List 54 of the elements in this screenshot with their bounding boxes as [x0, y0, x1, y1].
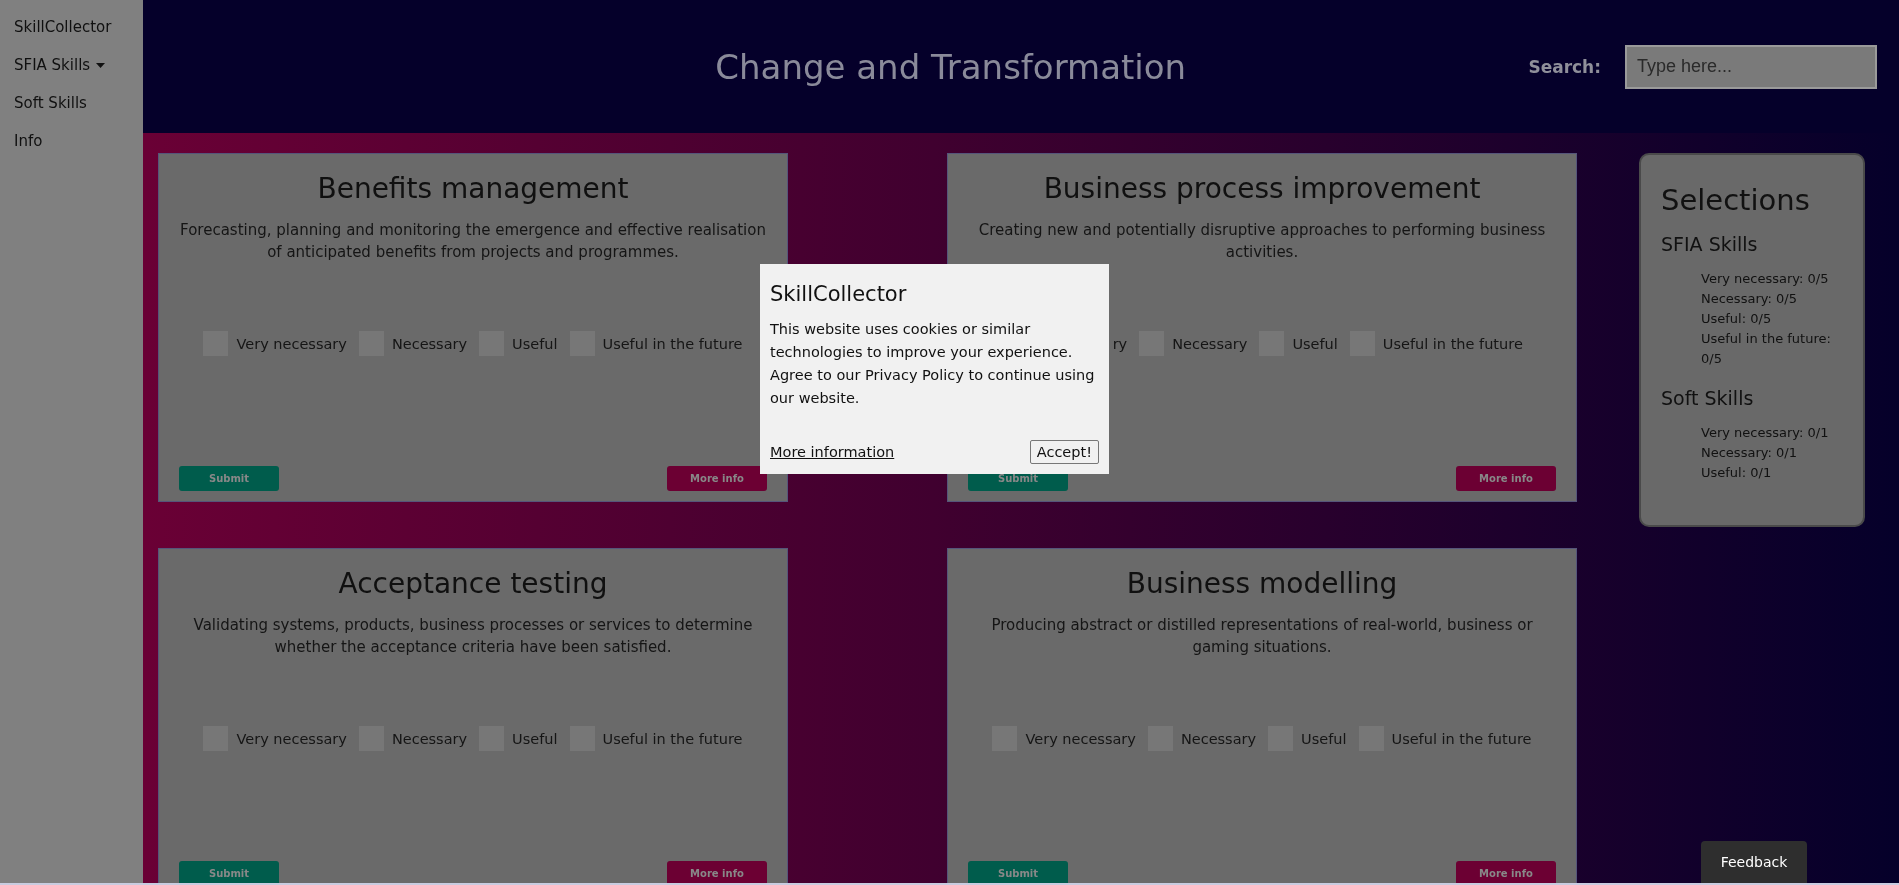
- more-info-button[interactable]: More info: [1456, 861, 1556, 883]
- count-text: Useful: 0/1: [1700, 464, 1773, 482]
- option-label: Useful: [1292, 335, 1338, 352]
- card-title: Business modelling: [1126, 567, 1398, 600]
- option-label: Useful in the future: [602, 335, 743, 352]
- card-description: Validating systems, products, business processes or services to determine whether the acceptance criteria have been satisfied.: [192, 615, 754, 658]
- option-label: ry: [1112, 335, 1128, 352]
- count-text: Very necessary: 0/1: [1700, 424, 1830, 442]
- card-title: Benefits management: [317, 172, 629, 205]
- search-field[interactable]: Type here...: [1625, 44, 1877, 89]
- option-label: Useful: [512, 335, 558, 352]
- option-label: Necessary: [1180, 730, 1257, 747]
- option-label: Useful in the future: [1391, 730, 1532, 747]
- page-title: Change and Transformation: [714, 46, 1188, 87]
- nav-link[interactable]: Info: [0, 122, 143, 160]
- option-label: Necessary: [391, 335, 468, 352]
- card-description: Forecasting, planning and monitoring the emergence and effective realisation of anticipated benefits from projects and programmes.: [179, 220, 767, 263]
- dialog-text: This website uses cookies or similar technologies to improve your experience. Agree to our Privacy Policy to continue using our website.: [770, 320, 1096, 408]
- card-title: Acceptance testing: [338, 567, 608, 600]
- submit-button[interactable]: Submit: [179, 861, 279, 883]
- card-description: Producing abstract or distilled representations of real-world, business or gaming situations.: [990, 615, 1534, 658]
- more-information-link[interactable]: More information: [770, 444, 895, 460]
- option-label: Useful in the future: [602, 730, 743, 747]
- count-text: Useful: 0/5: [1700, 310, 1773, 328]
- option-label: Necessary: [391, 730, 468, 747]
- more-info-button[interactable]: More info: [667, 466, 767, 491]
- nav-link[interactable]: Soft Skills: [0, 84, 143, 122]
- group-title: Soft Skills: [1661, 387, 1755, 409]
- panel-title: Selections: [1661, 183, 1811, 217]
- card-title: Business process improvement: [1043, 172, 1481, 205]
- nav-dropdown[interactable]: SFIA Skills: [0, 46, 143, 84]
- option-label: Useful: [512, 730, 558, 747]
- option-label: Very necessary: [1025, 730, 1136, 747]
- brand-link[interactable]: SkillCollector: [0, 8, 143, 46]
- more-info-button[interactable]: More info: [667, 861, 767, 883]
- option-label: Useful in the future: [1382, 335, 1523, 352]
- more-info-button[interactable]: More info: [1456, 466, 1556, 491]
- option-label: Necessary: [1172, 335, 1248, 352]
- option-label: Very necessary: [236, 730, 347, 747]
- submit-button[interactable]: Submit: [179, 466, 279, 491]
- accept-button[interactable]: Accept!: [1029, 440, 1099, 464]
- search-label: Search:: [1528, 56, 1601, 77]
- count-text: Very necessary: 0/5: [1700, 270, 1830, 288]
- feedback-button[interactable]: Feedback: [1701, 841, 1807, 883]
- submit-button[interactable]: Submit: [968, 861, 1068, 883]
- count-text: Necessary: 0/1: [1700, 444, 1798, 462]
- count-text: Useful in the future: 0/5: [1700, 330, 1832, 368]
- dialog-title: SkillCollector: [770, 282, 908, 306]
- count-text: Necessary: 0/5: [1700, 290, 1798, 308]
- option-label: Useful: [1301, 730, 1347, 747]
- caret-icon: [96, 62, 106, 68]
- option-label: Very necessary: [236, 335, 347, 352]
- card-description: Creating new and potentially disruptive approaches to performing business activities.: [977, 220, 1547, 263]
- group-title: SFIA Skills: [1661, 233, 1759, 255]
